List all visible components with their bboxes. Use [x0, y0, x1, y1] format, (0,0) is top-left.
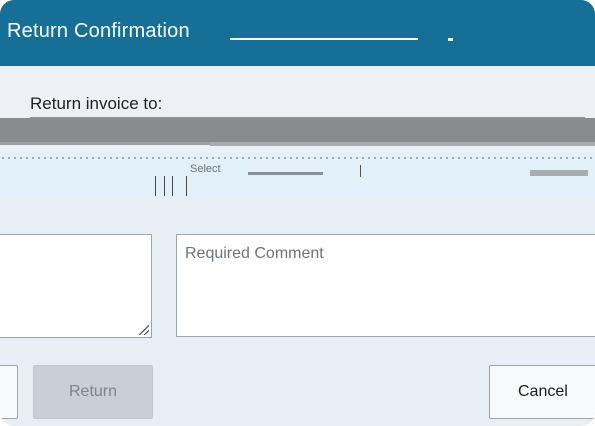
title-dot [448, 38, 453, 41]
select-right-bar [530, 170, 588, 176]
resize-grip-icon[interactable] [139, 325, 149, 335]
select-tick [360, 165, 361, 177]
recipient-bar [0, 118, 595, 142]
return-confirmation-dialog: Return Confirmation Return invoice to: S… [0, 0, 595, 426]
left-comment-box[interactable] [0, 234, 152, 338]
cancel-button[interactable]: Cancel [489, 365, 595, 419]
select-value-bar [248, 172, 323, 175]
dialog-titlebar: Return Confirmation [0, 0, 595, 66]
return-invoice-label: Return invoice to: [30, 94, 163, 113]
dialog-title: Return Confirmation [7, 20, 190, 42]
title-underline [230, 38, 418, 40]
recipient-bar-shadow [210, 142, 595, 146]
return-button[interactable]: Return [33, 365, 153, 419]
required-comment-input[interactable] [176, 234, 595, 337]
left-partial-button[interactable] [0, 365, 18, 419]
select-placeholder: Select [190, 163, 221, 175]
select-tick-marks [155, 176, 187, 196]
dotted-separator [0, 157, 595, 159]
recipient-bar-stub [0, 142, 240, 145]
